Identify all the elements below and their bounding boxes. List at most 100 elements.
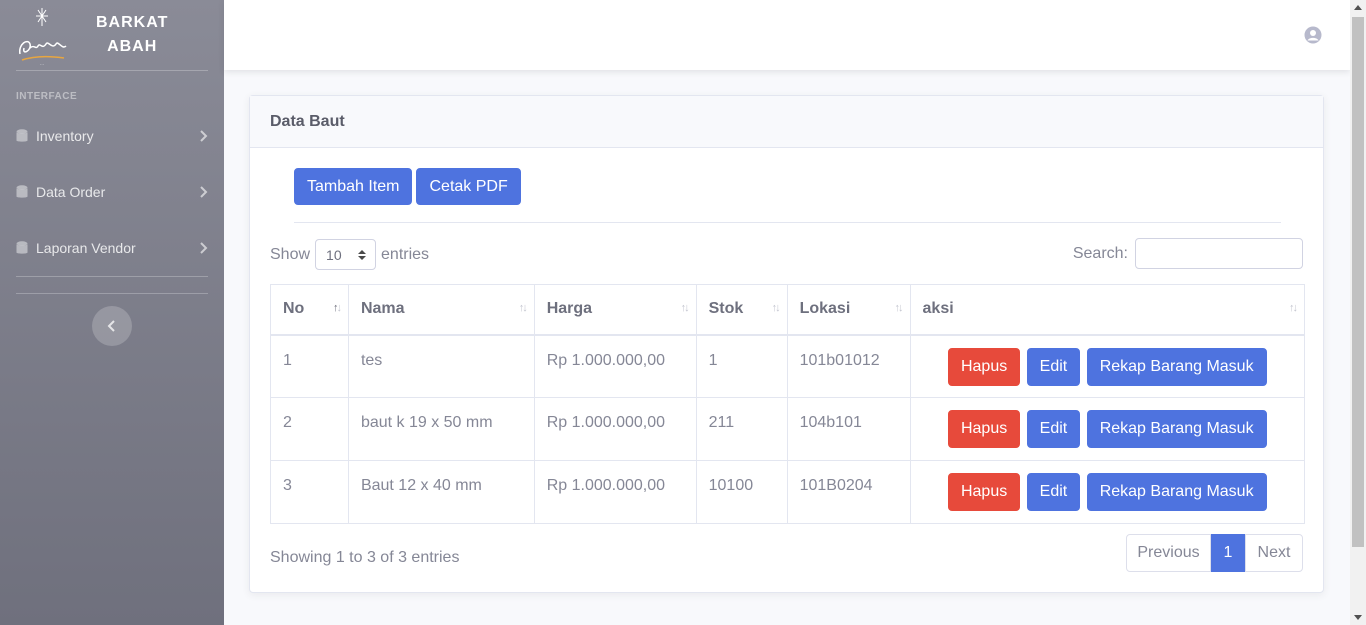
cell-lokasi: 104b101: [786, 397, 911, 461]
previous-page-button[interactable]: Previous: [1126, 534, 1211, 572]
table-header-row: No ↑↓ Nama ↑↓ Harga ↑↓ Stok ↑↓ Lokasi ↑↓ aksi…: [270, 284, 1306, 336]
column-header-label: aksi: [922, 300, 954, 318]
delete-button[interactable]: Hapus: [947, 410, 1021, 448]
svg-text:- -: - -: [40, 61, 44, 66]
sidebar-divider: [16, 276, 208, 277]
cell-no: 3: [270, 460, 349, 524]
next-page-button[interactable]: Next: [1245, 534, 1303, 572]
scroll-up-arrow-icon[interactable]: [1354, 5, 1362, 10]
sidebar-item-inventory[interactable]: Inventory: [0, 108, 224, 164]
cell-harga: Rp 1.000.000,00: [533, 397, 697, 461]
user-circle-icon[interactable]: [1304, 26, 1322, 44]
cell-harga: Rp 1.000.000,00: [533, 460, 697, 524]
column-header-aksi[interactable]: aksi ↑↓: [909, 284, 1306, 336]
page-1-button[interactable]: 1: [1211, 534, 1245, 572]
data-table: No ↑↓ Nama ↑↓ Harga ↑↓ Stok ↑↓ Lokasi ↑↓ aksi…: [270, 284, 1306, 524]
column-header-label: Harga: [546, 300, 593, 318]
sort-icon: ↑↓: [771, 302, 781, 314]
search-label: Search:: [1072, 244, 1128, 262]
cell-lokasi: 101b01012: [786, 334, 911, 398]
select-arrows-icon: [358, 250, 367, 260]
search-control: Search:: [1073, 238, 1303, 269]
column-header-label: Lokasi: [799, 300, 851, 318]
recap-incoming-button[interactable]: Rekap Barang Masuk: [1086, 410, 1267, 448]
brand-name-line1: BARKAT: [96, 14, 169, 31]
sidebar-item-laporan-vendor[interactable]: Laporan Vendor: [0, 220, 224, 276]
scroll-down-arrow-icon[interactable]: [1354, 615, 1362, 620]
entries-select-value: 10: [326, 246, 342, 263]
table-row: 1 tes Rp 1.000.000,00 1 101b01012 Hapus …: [270, 334, 1306, 398]
page-scrollbar[interactable]: [1350, 0, 1366, 625]
show-label: Show: [270, 245, 311, 263]
chevron-right-icon: [200, 130, 208, 142]
sidebar: - - BARKAT ABAH INTERFACE Inventory Data…: [0, 0, 224, 625]
column-header-label: No: [283, 300, 305, 318]
entries-label: entries: [381, 245, 430, 263]
add-item-button[interactable]: Tambah Item: [294, 168, 413, 205]
edit-button[interactable]: Edit: [1026, 410, 1081, 448]
column-header-nama[interactable]: Nama ↑↓: [347, 284, 535, 336]
sidebar-toggle-button[interactable]: [92, 306, 132, 346]
cell-stok: 211: [695, 397, 788, 461]
table-row: 3 Baut 12 x 40 mm Rp 1.000.000,00 10100 …: [270, 460, 1306, 524]
sort-icon: ↑↓: [518, 302, 528, 314]
cell-stok: 1: [695, 334, 788, 398]
cell-lokasi: 101B0204: [786, 460, 911, 524]
print-pdf-button[interactable]: Cetak PDF: [416, 168, 521, 205]
column-header-label: Nama: [360, 300, 405, 318]
card-header: Data Baut: [250, 96, 1323, 148]
recap-incoming-button[interactable]: Rekap Barang Masuk: [1086, 347, 1267, 386]
sidebar-section-heading: INTERFACE: [16, 91, 78, 102]
cell-actions: Hapus Edit Rekap Barang Masuk: [909, 460, 1306, 524]
sort-icon: ↑↓: [894, 302, 904, 314]
database-icon: [16, 185, 28, 198]
cell-nama: tes: [347, 334, 535, 398]
cell-nama: Baut 12 x 40 mm: [347, 460, 535, 524]
sort-asc-icon: ↑↓: [332, 302, 342, 314]
recap-incoming-button[interactable]: Rekap Barang Masuk: [1086, 473, 1267, 511]
table-row: 2 baut k 19 x 50 mm Rp 1.000.000,00 211 …: [270, 397, 1306, 461]
chevron-right-icon: [200, 242, 208, 254]
brand[interactable]: - - BARKAT ABAH: [0, 0, 224, 70]
sidebar-item-label: Laporan Vendor: [36, 240, 136, 256]
delete-button[interactable]: Hapus: [947, 347, 1021, 386]
delete-button[interactable]: Hapus: [947, 473, 1021, 511]
sort-icon: ↑↓: [680, 302, 690, 314]
table-info: Showing 1 to 3 of 3 entries: [270, 549, 460, 566]
data-card: Data Baut Tambah Item Cetak PDF Show 10 …: [249, 95, 1324, 593]
database-icon: [16, 241, 28, 254]
brand-name: BARKAT ABAH: [96, 11, 168, 59]
entries-length-control: Show 10 entries: [270, 239, 429, 270]
cell-no: 2: [270, 397, 349, 461]
scroll-thumb[interactable]: [1352, 17, 1364, 547]
brand-logo: - -: [19, 8, 67, 66]
card-title: Data Baut: [270, 112, 345, 130]
edit-button[interactable]: Edit: [1026, 347, 1081, 386]
chevron-right-icon: [200, 186, 208, 198]
sidebar-item-data-order[interactable]: Data Order: [0, 164, 224, 220]
sidebar-item-label: Data Order: [36, 184, 106, 200]
toolbar-divider: [294, 222, 1281, 223]
sort-icon: ↑↓: [1289, 302, 1298, 314]
cell-nama: baut k 19 x 50 mm: [347, 397, 535, 461]
topbar: [224, 0, 1350, 70]
cell-harga: Rp 1.000.000,00: [533, 334, 697, 398]
chevron-left-icon: [107, 320, 115, 332]
cell-stok: 10100: [695, 460, 788, 524]
column-header-no[interactable]: No ↑↓: [270, 284, 349, 336]
entries-select[interactable]: 10: [315, 239, 377, 270]
database-icon: [16, 129, 28, 142]
cell-no: 1: [270, 334, 349, 398]
sidebar-divider: [16, 293, 208, 294]
search-input[interactable]: [1135, 238, 1303, 269]
column-header-harga[interactable]: Harga ↑↓: [533, 284, 697, 336]
edit-button[interactable]: Edit: [1026, 473, 1081, 511]
cell-actions: Hapus Edit Rekap Barang Masuk: [909, 334, 1306, 398]
column-header-stok[interactable]: Stok ↑↓: [695, 284, 788, 336]
column-header-lokasi[interactable]: Lokasi ↑↓: [786, 284, 911, 336]
sidebar-item-label: Inventory: [36, 128, 94, 144]
pagination: Previous 1 Next: [1126, 534, 1303, 572]
cell-actions: Hapus Edit Rekap Barang Masuk: [909, 397, 1306, 461]
brand-name-line2: ABAH: [107, 38, 158, 55]
toolbar: Tambah Item Cetak PDF: [294, 168, 521, 205]
